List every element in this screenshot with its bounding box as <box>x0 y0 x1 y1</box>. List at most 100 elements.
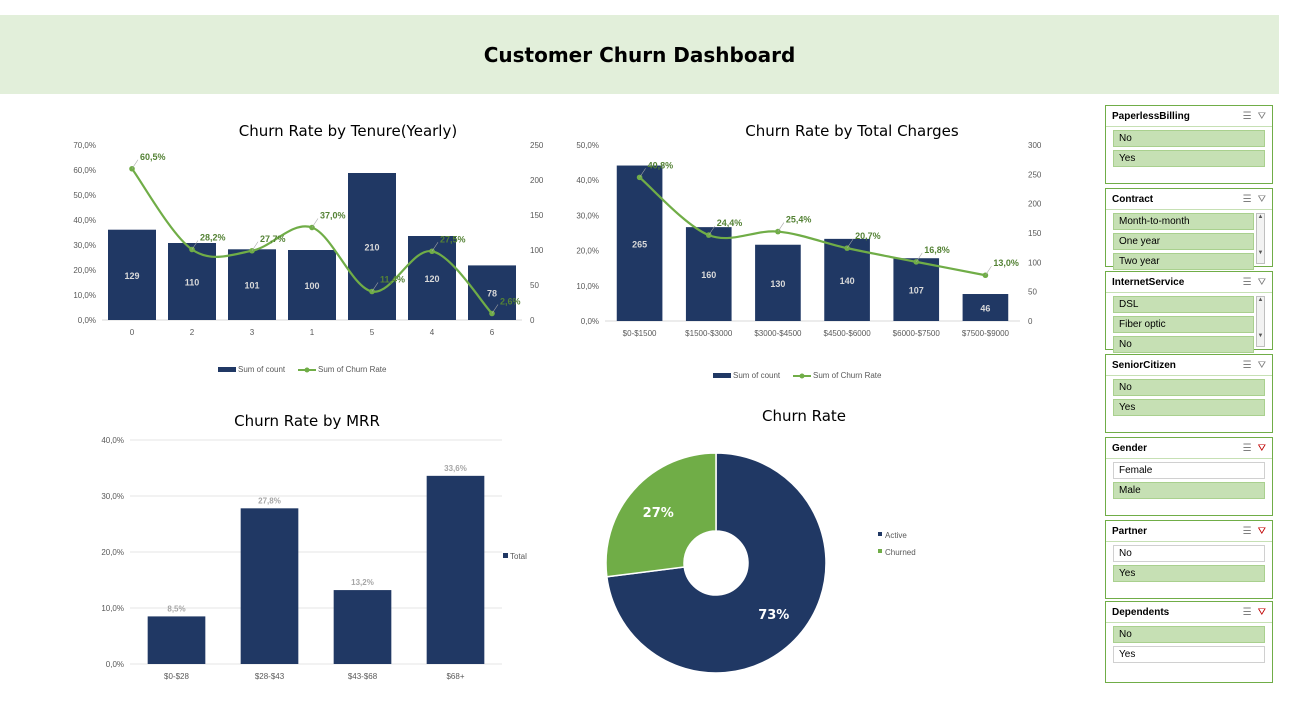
chart-title: Churn Rate <box>762 407 846 425</box>
line-value-label: 11,4% <box>380 275 405 285</box>
slicer-internetservice: InternetService ☰ ⛛ DSL Fiber optic No ▲ ▼ <box>1105 271 1273 353</box>
multi-select-icon[interactable]: ☰ <box>1243 526 1252 537</box>
slicer-item-button[interactable]: Yes <box>1113 646 1265 663</box>
slicer-item-button[interactable]: No <box>1113 545 1265 562</box>
x-tick-label: 2 <box>190 328 195 337</box>
line-value-label: 2,6% <box>500 297 521 307</box>
slicer-items: No Yes <box>1106 376 1272 416</box>
tenure-chart: Churn Rate by Tenure(Yearly) 0,0% 10,0% 20,… <box>73 122 544 374</box>
legend-marker-rate <box>304 367 310 373</box>
slicer-contract: Contract ☰ ⛛ Month-to-month One year Two year… <box>1105 188 1273 270</box>
y-left-tick: 50,0% <box>73 191 96 200</box>
y-right-tick: 200 <box>1028 200 1042 209</box>
slicer-items: Month-to-month One year Two year ▲ ▼ <box>1106 210 1272 271</box>
clear-filter-icon[interactable]: ⛛ <box>1258 277 1266 288</box>
dashboard-title: Customer Churn Dashboard <box>483 42 796 67</box>
legend-label-rate: Sum of Churn Rate <box>318 365 387 374</box>
y-right-tick: 250 <box>530 141 544 150</box>
x-tick-label: 3 <box>250 328 255 337</box>
legend-label: Churned <box>885 548 916 557</box>
multi-select-icon[interactable]: ☰ <box>1243 194 1252 205</box>
chart-title: Churn Rate by Tenure(Yearly) <box>239 122 457 140</box>
mrr-chart: Churn Rate by MRR 0,0% 10,0% 20,0% 30,0% 40,0… <box>101 412 527 681</box>
legend-label: Active <box>885 531 907 540</box>
chart-title: Churn Rate by Total Charges <box>745 122 959 140</box>
legend-label-rate: Sum of Churn Rate <box>813 371 882 380</box>
multi-select-icon[interactable]: ☰ <box>1243 607 1252 618</box>
y-left-tick: 10,0% <box>576 282 599 291</box>
dashboard-header: Customer Churn Dashboard <box>0 15 1279 94</box>
legend-marker-rate <box>799 373 805 379</box>
line-value-label: 28,2% <box>200 233 226 243</box>
slicer-scrollbar[interactable]: ▲ ▼ <box>1256 213 1265 264</box>
slicer-title: Gender <box>1112 442 1148 454</box>
scroll-up-icon[interactable]: ▲ <box>1257 297 1264 303</box>
y-left-tick: 40,0% <box>576 176 599 185</box>
multi-select-icon[interactable]: ☰ <box>1243 111 1252 122</box>
clear-filter-icon[interactable]: ⛛ <box>1258 526 1266 537</box>
pie-slice-label: 73% <box>758 608 789 623</box>
scroll-down-icon[interactable]: ▼ <box>1257 333 1264 339</box>
multi-select-icon[interactable]: ☰ <box>1243 443 1252 454</box>
slicer-item-button[interactable]: No <box>1113 379 1265 396</box>
bar <box>147 616 206 664</box>
slicer-dependents: Dependents ☰ ⛛ No Yes <box>1105 601 1273 683</box>
x-tick-label: 6 <box>490 328 495 337</box>
slicer-title: SeniorCitizen <box>1112 359 1176 371</box>
x-tick-label: 0 <box>130 328 135 337</box>
slicer-header: Contract ☰ ⛛ <box>1106 189 1272 210</box>
line-point <box>636 174 643 181</box>
bar-value-label: 110 <box>185 278 200 288</box>
slicer-paperlessbilling: PaperlessBilling ☰ ⛛ No Yes <box>1105 105 1273 184</box>
slicer-item-button[interactable]: One year <box>1113 233 1254 250</box>
slicer-item-button[interactable]: No <box>1113 130 1265 147</box>
label-leader <box>311 218 319 228</box>
slicer-items: No Yes <box>1106 127 1272 167</box>
line-value-label: 25,4% <box>786 215 812 225</box>
y-left-tick: 60,0% <box>73 166 96 175</box>
slicer-item-button[interactable]: Month-to-month <box>1113 213 1254 230</box>
bar-value-label: 100 <box>304 281 319 291</box>
x-tick-label: 4 <box>430 328 435 337</box>
charges-chart: Churn Rate by Total Charges 0,0% 10,0% 20,0… <box>576 122 1042 380</box>
slicer-item-button[interactable]: Yes <box>1113 399 1265 416</box>
clear-filter-icon[interactable]: ⛛ <box>1258 443 1266 454</box>
slicer-title: PaperlessBilling <box>1112 110 1190 122</box>
slicer-item-button[interactable]: No <box>1113 336 1254 353</box>
y-left-tick: 0,0% <box>581 317 599 326</box>
slicer-item-button[interactable]: Fiber optic <box>1113 316 1254 333</box>
bar-value-label: 140 <box>840 276 855 286</box>
clear-filter-icon[interactable]: ⛛ <box>1258 194 1266 205</box>
slicer-items: Female Male <box>1106 459 1272 499</box>
clear-filter-icon[interactable]: ⛛ <box>1258 360 1266 371</box>
bar-value-label: 27,8% <box>258 496 281 505</box>
bar-value-label: 130 <box>770 279 785 289</box>
y-left-tick: 10,0% <box>73 291 96 300</box>
bar-value-label: 160 <box>701 270 716 280</box>
bar-value-label: 78 <box>487 289 497 299</box>
slicer-item-button[interactable]: Yes <box>1113 150 1265 167</box>
slicer-header: SeniorCitizen ☰ ⛛ <box>1106 355 1272 376</box>
slicer-title: Contract <box>1112 193 1154 205</box>
y-right-tick: 0 <box>530 316 535 325</box>
clear-filter-icon[interactable]: ⛛ <box>1258 111 1266 122</box>
y-left-tick: 30,0% <box>576 211 599 220</box>
y-left-tick: 70,0% <box>73 141 96 150</box>
scroll-up-icon[interactable]: ▲ <box>1257 214 1264 220</box>
slicer-item-button[interactable]: Female <box>1113 462 1265 479</box>
churn-pie-chart: Churn Rate 73% Active 27% Churned <box>605 407 916 674</box>
line-value-label: 13,0% <box>993 258 1019 268</box>
slicer-item-button[interactable]: Yes <box>1113 565 1265 582</box>
multi-select-icon[interactable]: ☰ <box>1243 360 1252 371</box>
slicer-item-button[interactable]: No <box>1113 626 1265 643</box>
slicer-item-button[interactable]: Two year <box>1113 253 1254 270</box>
scroll-down-icon[interactable]: ▼ <box>1257 250 1264 256</box>
slicer-item-button[interactable]: DSL <box>1113 296 1254 313</box>
clear-filter-icon[interactable]: ⛛ <box>1258 607 1266 618</box>
slicer-scrollbar[interactable]: ▲ ▼ <box>1256 296 1265 347</box>
y-right-tick: 50 <box>1028 288 1037 297</box>
slicer-item-button[interactable]: Male <box>1113 482 1265 499</box>
multi-select-icon[interactable]: ☰ <box>1243 277 1252 288</box>
x-tick-label: $28-$43 <box>255 672 285 681</box>
bar-value-label: 33,6% <box>444 464 467 473</box>
